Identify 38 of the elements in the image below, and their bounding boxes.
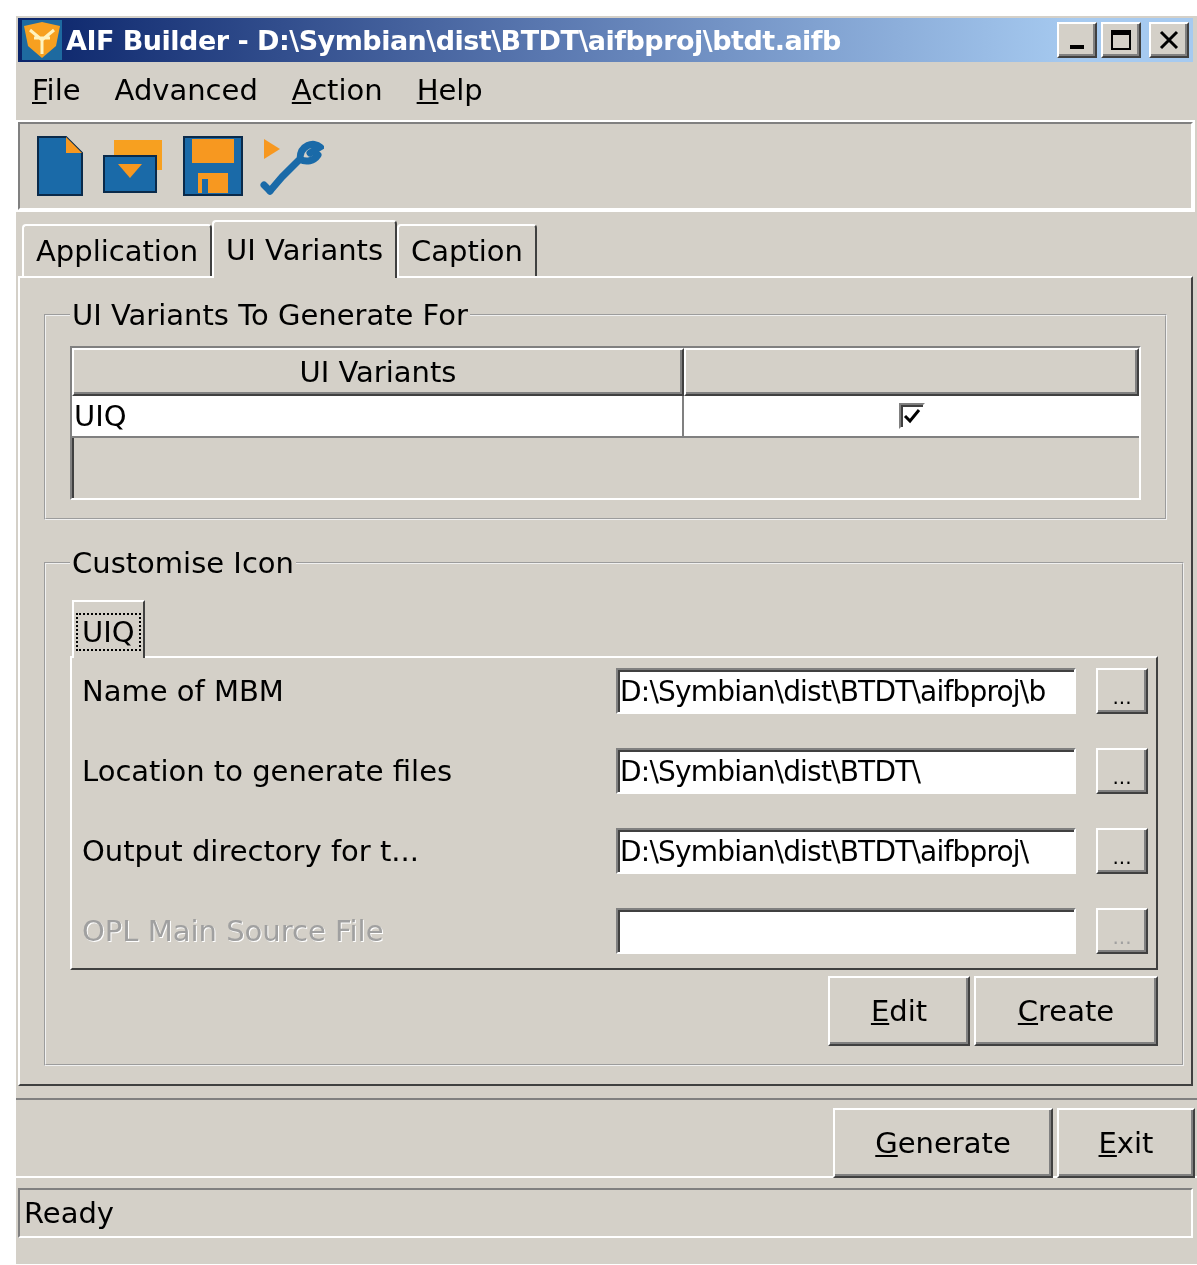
table-cell: UIQ: [72, 396, 684, 438]
maximize-icon: [1109, 28, 1133, 52]
tab[interactable]: Application: [22, 224, 213, 276]
status-bar: Ready: [18, 1188, 1193, 1238]
menu-item[interactable]: Action: [291, 73, 383, 107]
menu-item[interactable]: File: [32, 73, 81, 107]
browse-button[interactable]: ...: [1096, 748, 1148, 794]
tab[interactable]: UIQ: [72, 600, 145, 658]
maximize-button[interactable]: [1101, 22, 1141, 58]
path-field[interactable]: D:\Symbian\dist\BTDT\aifbproj\: [616, 828, 1076, 874]
action-button[interactable]: Exit: [1057, 1108, 1195, 1178]
action-button[interactable]: Edit: [828, 976, 970, 1046]
group-title: UI Variants To Generate For: [71, 298, 469, 332]
close-button[interactable]: [1149, 22, 1189, 58]
action-button[interactable]: Generate: [833, 1108, 1053, 1178]
action-button[interactable]: Create: [974, 976, 1158, 1046]
browse-button[interactable]: ...: [1096, 828, 1148, 874]
field-label: Output directory for t...: [82, 834, 421, 868]
checkmark-icon: [902, 407, 921, 425]
group-title: Customise Icon: [71, 546, 295, 580]
column-header[interactable]: UI Variants: [72, 348, 684, 396]
field-label: Name of MBM: [82, 674, 285, 708]
column-header[interactable]: [684, 348, 1139, 396]
path-field[interactable]: D:\Symbian\dist\BTDT\aifbproj\b: [616, 668, 1076, 714]
path-field[interactable]: D:\Symbian\dist\BTDT\: [616, 748, 1076, 794]
browse-button[interactable]: ...: [1096, 668, 1148, 714]
close-icon: [1157, 28, 1181, 52]
minimize-icon: [1070, 45, 1084, 49]
window-title: AIF Builder - D:\Symbian\dist\BTDT\aifbproj\btdt.aifb: [66, 24, 842, 56]
app-logo-icon: [22, 20, 62, 60]
menu-item[interactable]: Help: [416, 73, 483, 107]
field-label: Location to generate files: [82, 754, 454, 788]
tab[interactable]: UI Variants: [212, 220, 397, 278]
menu-item[interactable]: Advanced: [114, 73, 258, 107]
tab[interactable]: Caption: [397, 224, 537, 276]
new-file-icon[interactable]: [36, 135, 86, 197]
save-icon[interactable]: [182, 135, 244, 197]
minimize-button[interactable]: [1057, 22, 1097, 58]
